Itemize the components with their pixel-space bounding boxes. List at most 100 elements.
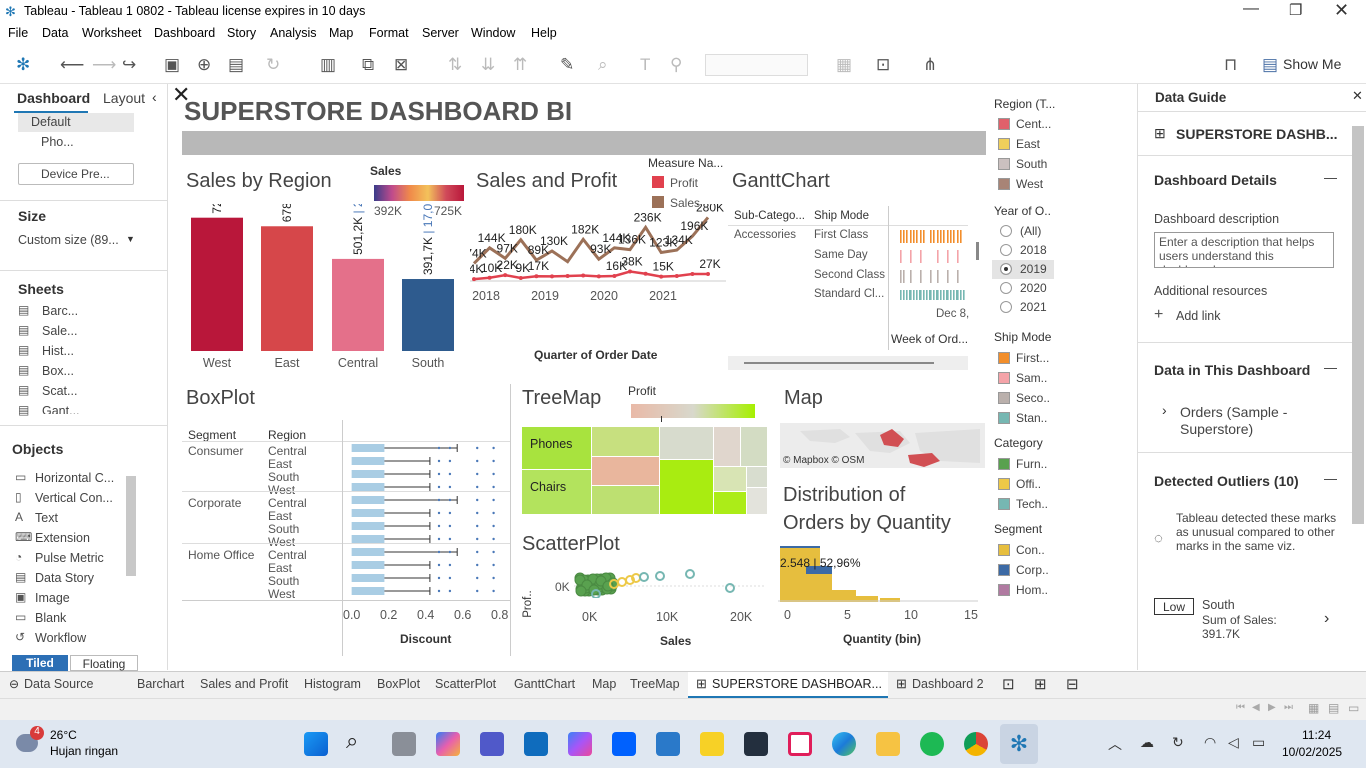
new-story-icon[interactable]: ⊟ [1066,675,1079,693]
legend-shipmode[interactable]: Seco.. [1016,391,1050,405]
volume-icon[interactable]: ◁ [1228,734,1239,751]
group-icon[interactable]: ⌕ [598,55,608,75]
microsoft365-icon[interactable] [568,732,592,756]
legend-region[interactable]: South [1016,157,1047,171]
floating-button[interactable]: Floating [70,655,138,671]
legend-segment[interactable]: Con.. [1016,543,1045,557]
data-guide-icon[interactable]: ⊓ [1224,55,1237,75]
legend-region[interactable]: West [1016,177,1043,191]
object-item[interactable]: Data Story [35,571,94,585]
add-link-icon[interactable]: + [1154,306,1163,324]
tiled-button[interactable]: Tiled [12,655,68,671]
year-option[interactable]: (All) [1020,224,1041,238]
task-view-icon[interactable] [392,732,416,756]
tab-treemap[interactable]: TreeMap [630,677,680,691]
close-window-button[interactable]: ✕ [1334,0,1349,21]
object-item[interactable]: Extension [35,531,90,545]
collapse-outliers-icon[interactable]: — [1324,471,1337,486]
tab-sales-profit[interactable]: Sales and Profit [200,677,288,691]
filmstrip-view-icon[interactable]: ▤ [1328,701,1339,715]
year-option[interactable]: 2018 [1020,243,1047,257]
map-view[interactable]: © Mapbox © OSM [780,423,985,468]
legend-shipmode[interactable]: Stan.. [1016,411,1047,425]
menu-format[interactable]: Format [369,26,409,40]
share-icon[interactable]: ⋔ [923,55,937,75]
save-icon[interactable]: ▣ [164,55,180,75]
guide-scrollbar[interactable] [1352,126,1364,524]
object-item[interactable]: Pulse Metric [35,551,104,565]
sort-desc-icon[interactable]: ⇈ [513,55,527,75]
tab-histogram[interactable]: Histogram [304,677,361,691]
legend-shipmode[interactable]: First... [1016,351,1049,365]
tabs-view-icon[interactable]: ▭ [1348,701,1359,715]
sheet-item[interactable]: Barc... [42,304,78,318]
menu-help[interactable]: Help [531,26,557,40]
clock-time[interactable]: 11:24 [1302,728,1331,742]
size-dropdown[interactable]: Custom size (89... [18,233,119,247]
start-menu-icon[interactable] [304,732,328,756]
redo-icon[interactable]: ⟶ [92,55,116,75]
pause-updates-icon[interactable]: ▤ [228,55,244,75]
menu-server[interactable]: Server [422,26,459,40]
tab-ganttchart[interactable]: GanttChart [514,677,575,691]
sheet-item[interactable]: Hist... [42,344,74,358]
tab-barchart[interactable]: Barchart [137,677,184,691]
maximize-button[interactable]: ❐ [1289,1,1302,19]
tab-boxplot[interactable]: BoxPlot [377,677,420,691]
objects-scrollbar[interactable] [126,476,136,576]
object-item[interactable]: Vertical Con... [35,491,113,505]
device-phone[interactable]: Pho... [41,135,74,149]
legend-region[interactable]: Cent... [1016,117,1051,131]
legend-shipmode[interactable]: Sam.. [1016,371,1047,385]
sticky-notes-icon[interactable] [700,732,724,756]
new-dashboard-icon[interactable]: ⊞ [1034,675,1047,693]
menu-window[interactable]: Window [471,26,515,40]
sheet-item[interactable]: Gant... [42,404,80,414]
chevron-down-icon[interactable]: ▼ [126,234,135,244]
legend-category[interactable]: Offi.. [1016,477,1041,491]
sheet-item[interactable]: Box... [42,364,74,378]
spotify-icon[interactable] [920,732,944,756]
legend-segment[interactable]: Hom.. [1016,583,1048,597]
battery-icon[interactable]: ▭ [1252,734,1265,751]
year-option[interactable]: 2019 [1020,262,1047,276]
sheet-item[interactable]: Scat... [42,384,77,398]
tray-app-icon[interactable]: ☁ [1140,734,1154,751]
undo-icon[interactable]: ⟵ [60,55,84,75]
edge-icon[interactable] [832,732,856,756]
highlight-icon[interactable]: ✎ [560,55,574,75]
file-explorer-icon[interactable] [876,732,900,756]
swap-icon[interactable]: ⇅ [448,55,462,75]
tableau-taskbar-icon[interactable]: ✻ [1000,724,1038,764]
tab-scatterplot[interactable]: ScatterPlot [435,677,496,691]
radio-icon[interactable] [1000,301,1012,313]
amazon-icon[interactable] [744,732,768,756]
sheet-item[interactable]: Sale... [42,324,77,338]
tray-sync-icon[interactable]: ↻ [1172,734,1184,751]
show-me-button[interactable]: Show Me [1283,56,1341,72]
fit-dropdown[interactable] [705,54,808,76]
first-page-icon[interactable]: ⏮ [1236,702,1245,713]
dashboard-description-input[interactable]: Enter a description that helps users und… [1154,232,1334,268]
copilot-icon[interactable] [436,732,460,756]
sort-asc-icon[interactable]: ⇊ [481,55,495,75]
collapse-details-icon[interactable]: — [1324,170,1337,185]
radio-icon[interactable] [1000,282,1012,294]
tab-layout[interactable]: Layout [103,90,145,106]
clock-date[interactable]: 10/02/2025 [1282,745,1342,759]
next-page-icon[interactable]: ▶ [1268,702,1276,713]
object-item[interactable]: Text [35,511,58,525]
minimize-button[interactable]: — [1243,0,1259,18]
year-option[interactable]: 2021 [1020,300,1047,314]
object-item[interactable]: Workflow [35,631,86,645]
legend-segment[interactable]: Corp.. [1016,563,1049,577]
last-page-icon[interactable]: ⏭ [1284,702,1293,713]
grid-view-icon[interactable]: ▦ [1308,701,1319,715]
radio-icon[interactable] [1000,225,1012,237]
collapse-data-icon[interactable]: — [1324,360,1337,375]
tab-dashboard[interactable]: Dashboard [17,90,90,106]
year-option[interactable]: 2020 [1020,281,1047,295]
tableau-home-icon[interactable]: ✻ [16,55,30,75]
expand-source-icon[interactable]: › [1162,402,1167,418]
outlier-chevron-icon[interactable]: › [1324,610,1329,628]
